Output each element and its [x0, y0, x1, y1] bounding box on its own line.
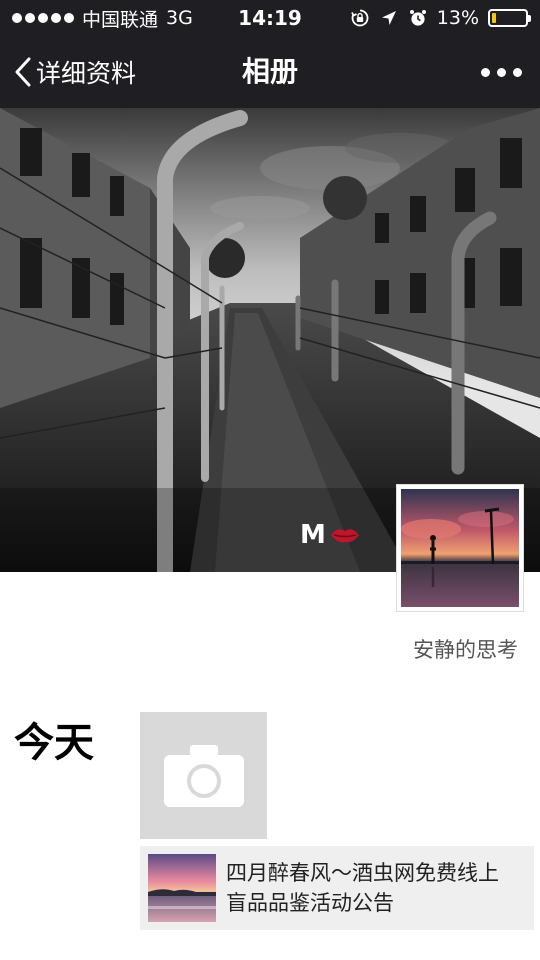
add-photo-button[interactable]	[140, 712, 267, 839]
network-type: 3G	[166, 7, 193, 29]
more-dots-icon[interactable]	[481, 36, 522, 108]
status-left: 中国联通 3G	[12, 0, 193, 36]
back-button[interactable]: 详细资料	[14, 36, 136, 108]
nav-bar: 详细资料 相册	[0, 36, 540, 108]
lips-icon	[330, 529, 359, 543]
status-bar: 中国联通 3G 14:19 13%	[0, 0, 540, 36]
signal-strength-icon	[12, 13, 74, 23]
shared-article-card[interactable]: 四月醉春风～酒虫网免费线上盲品品鉴活动公告	[140, 846, 534, 930]
avatar[interactable]	[397, 485, 523, 611]
alarm-icon	[409, 10, 426, 26]
cover-watermark: M	[300, 520, 360, 550]
profile-nickname: 安静的思考	[413, 638, 518, 662]
carrier-name: 中国联通	[82, 8, 159, 31]
status-right: 13%	[350, 0, 531, 36]
battery-percent: 13%	[436, 7, 479, 29]
day-label: 今天	[14, 720, 94, 766]
article-title: 四月醉春风～酒虫网免费线上盲品品鉴活动公告	[226, 861, 499, 915]
cover-mark-text: M	[300, 520, 326, 550]
camera-icon	[163, 744, 244, 807]
battery-icon	[488, 9, 531, 27]
avatar-image	[401, 489, 519, 607]
lock-rotation-icon	[350, 9, 369, 27]
article-thumbnail	[148, 854, 216, 922]
chevron-left-icon	[15, 57, 31, 87]
back-label: 详细资料	[36, 59, 137, 88]
location-arrow-icon	[381, 11, 396, 25]
